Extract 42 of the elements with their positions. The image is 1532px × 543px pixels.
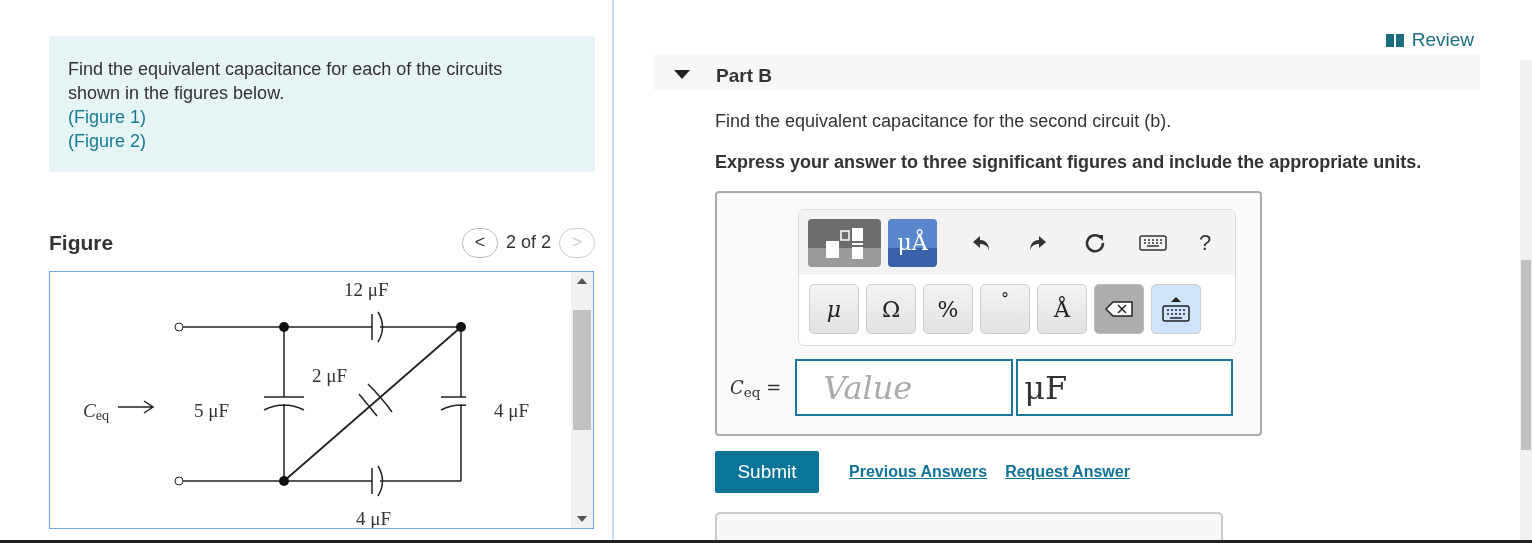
backspace-icon [1105,301,1133,317]
symbol-key[interactable]: μ [809,284,859,334]
symbol-key[interactable]: Ω [866,284,916,334]
capacitor-label: 2 μF [312,363,347,388]
scroll-down-icon [577,515,587,522]
part-header[interactable]: Part B [654,54,1480,90]
part-title: Part B [716,63,772,88]
figure-link[interactable]: (Figure 2) [68,129,147,153]
submit-button[interactable]: Submit [715,451,819,493]
book-icon [1385,33,1404,48]
figure-title: Figure [49,230,114,256]
page-scroll-thumb[interactable] [1521,260,1531,450]
capacitor-label: 5 μF [194,398,229,423]
answer-label: C$_{eq}$ = [730,376,782,401]
symbol-key[interactable]: % [923,284,973,334]
intro-text: Find the equivalent capacitance for each of the circuits shown in the figures below. [68,58,504,105]
answer-link[interactable]: Previous Answers [849,460,988,484]
instruction-text: Express your answer to three significant figures and include the appropriate units. [715,151,1422,174]
keyboard-icon [1138,234,1167,251]
show-keyboard-button[interactable] [1151,284,1201,334]
units-button[interactable]: μÅ [888,218,937,267]
keyboard-icon [1161,295,1191,323]
review-link[interactable]: Review [1385,26,1474,55]
capacitor-label: 4 μF [494,398,529,423]
scroll-thumb[interactable] [573,309,591,430]
help-button[interactable]: ? [1185,222,1225,263]
reset-icon [1083,231,1106,254]
value-field[interactable]: Value [795,359,1014,416]
backspace-button[interactable] [1094,284,1144,334]
caret-icon [674,69,690,80]
symbol-key[interactable]: ° [980,284,1030,334]
figure-counter: 2 of 2 [505,231,551,255]
capacitor-label: 12 μF [344,277,389,302]
scroll-up-icon [577,277,587,284]
question-text: Find the equivalent capacitance for the second circuit (b). [715,110,1172,133]
unit-field[interactable]: μF [1016,359,1234,416]
answer-link[interactable]: Request Answer [1005,460,1130,484]
capacitor-label: C$_{eq}$ [83,398,110,425]
undo-icon [972,233,992,252]
figure-link[interactable]: (Figure 1) [68,105,147,129]
symbol-key[interactable]: Å [1037,284,1087,334]
templates-button[interactable] [808,218,881,267]
